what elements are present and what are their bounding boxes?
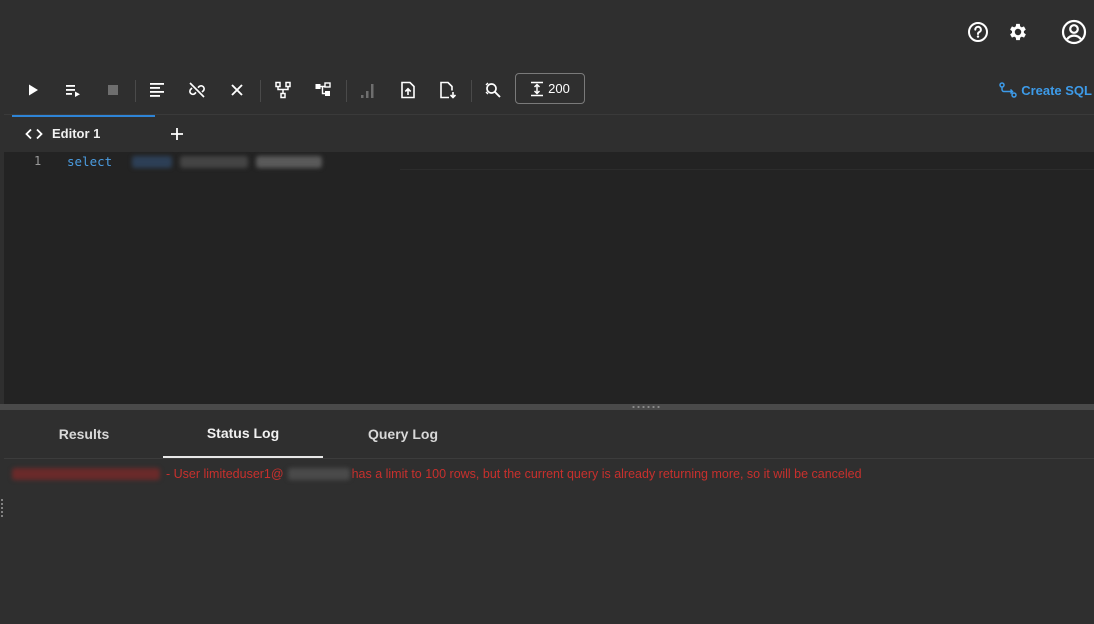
row-limit-value: 200 xyxy=(548,81,570,96)
download-icon[interactable] xyxy=(433,76,463,104)
run-icon[interactable] xyxy=(18,76,48,104)
editor-toolbar: 200 Create SQL xyxy=(0,66,1094,114)
tab-query-log[interactable]: Query Log xyxy=(323,410,483,458)
clear-icon[interactable] xyxy=(222,76,252,104)
redacted-timestamp xyxy=(12,468,160,480)
chart-icon[interactable] xyxy=(353,76,383,104)
toolbar-separator xyxy=(346,80,347,102)
row-limit-button[interactable]: 200 xyxy=(515,73,585,104)
log-message-start: - User limiteduser1@ xyxy=(166,467,284,481)
add-tab-button[interactable] xyxy=(164,121,190,147)
line-highlight xyxy=(400,169,1094,170)
redacted-text xyxy=(180,155,249,168)
execution-plan-icon[interactable] xyxy=(308,76,338,104)
toolbar-separator xyxy=(471,80,472,102)
run-script-icon[interactable] xyxy=(58,76,88,104)
redacted-text xyxy=(132,155,173,168)
tab-results[interactable]: Results xyxy=(4,410,164,458)
toolbar-separator xyxy=(135,80,136,102)
splitter-grip-icon xyxy=(631,405,661,409)
create-sql-button[interactable]: Create SQL xyxy=(999,80,1092,100)
output-panel: Results Status Log Query Log - User limi… xyxy=(4,410,1094,624)
flow-icon xyxy=(999,82,1017,98)
sql-editor[interactable]: 1 select xyxy=(4,152,1094,404)
create-sql-label: Create SQL xyxy=(1021,82,1092,98)
help-icon[interactable] xyxy=(965,19,991,45)
tab-status-log[interactable]: Status Log xyxy=(163,410,323,458)
sql-keyword: select xyxy=(67,154,113,169)
unlink-icon[interactable] xyxy=(182,76,212,104)
settings-icon[interactable] xyxy=(1005,19,1031,45)
tab-editor-1[interactable]: Editor 1 xyxy=(12,115,155,152)
status-log-entry: - User limiteduser1@ has a limit to 100 … xyxy=(12,466,862,482)
code-icon xyxy=(25,128,43,139)
toolbar-separator xyxy=(260,80,261,102)
upload-icon[interactable] xyxy=(393,76,423,104)
redacted-text xyxy=(256,155,323,168)
format-icon[interactable] xyxy=(142,76,172,104)
tab-divider xyxy=(4,458,1094,459)
log-message-end: has a limit to 100 rows, but the current… xyxy=(351,467,862,481)
stop-icon[interactable] xyxy=(98,76,128,104)
search-replace-icon[interactable] xyxy=(478,76,508,104)
line-number: 1 xyxy=(34,154,42,168)
app-header xyxy=(0,0,1094,66)
plus-icon xyxy=(171,128,183,140)
code-line[interactable]: select xyxy=(67,154,323,169)
limit-icon xyxy=(531,81,544,96)
redacted-host xyxy=(287,468,350,480)
explain-plan-icon[interactable] xyxy=(268,76,298,104)
tab-label: Editor 1 xyxy=(52,126,101,141)
account-icon[interactable] xyxy=(1061,19,1087,45)
editor-tab-bar: Editor 1 xyxy=(4,114,1094,152)
